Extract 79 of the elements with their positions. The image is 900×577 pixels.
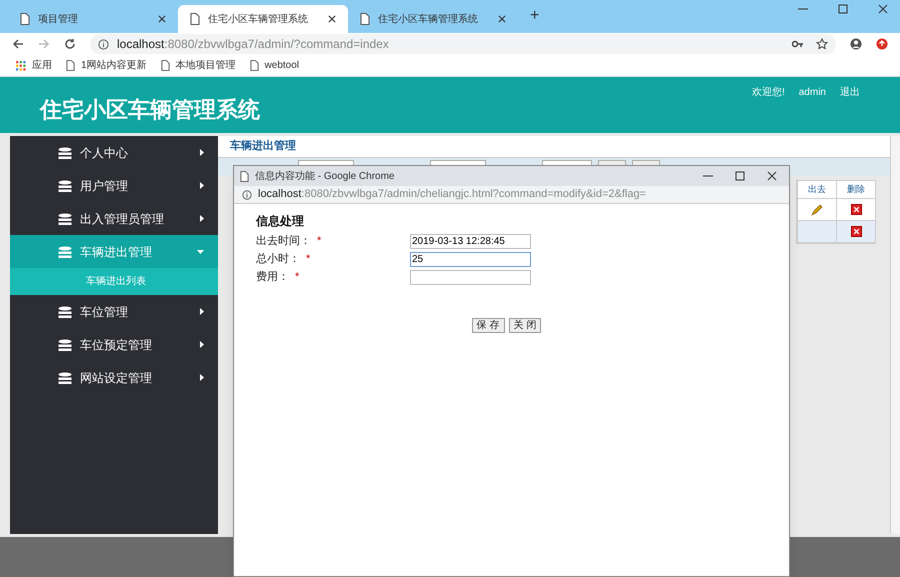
form-heading: 信息处理 bbox=[256, 213, 304, 230]
key-icon[interactable] bbox=[792, 38, 804, 50]
maximize-icon[interactable] bbox=[838, 4, 848, 14]
page-icon bbox=[20, 13, 30, 25]
stack-icon bbox=[58, 306, 72, 318]
close-icon[interactable] bbox=[767, 171, 777, 181]
tab-title: 项目管理 bbox=[38, 12, 79, 26]
info-icon bbox=[98, 38, 109, 50]
sidebar-item[interactable]: 网站设定管理 bbox=[10, 361, 218, 394]
star-icon[interactable] bbox=[816, 38, 828, 50]
table-row[interactable] bbox=[797, 221, 875, 243]
page-icon bbox=[66, 60, 75, 71]
input-field[interactable]: 25 bbox=[410, 252, 531, 266]
dialog-button[interactable]: 关 闭 bbox=[508, 318, 542, 333]
field-label: 费用： bbox=[256, 270, 289, 285]
tab-title: 住宅小区车辆管理系统 bbox=[208, 12, 309, 26]
browser-tab[interactable]: 住宅小区车辆管理系统 bbox=[178, 5, 348, 33]
table-row[interactable] bbox=[797, 199, 875, 221]
close-icon[interactable] bbox=[878, 4, 888, 14]
popup-title: 信息内容功能 - Google Chrome bbox=[255, 170, 396, 184]
back-icon[interactable] bbox=[12, 38, 24, 50]
welcome-text: 欢迎您! bbox=[752, 86, 785, 100]
input-field[interactable]: 2019-03-13 12:28:45 bbox=[410, 234, 531, 248]
required-mark: * bbox=[306, 252, 310, 267]
sidebar-item[interactable]: 用户管理 bbox=[10, 169, 218, 202]
caret-right-icon bbox=[200, 341, 204, 348]
pencil-icon[interactable] bbox=[811, 204, 823, 216]
field-label: 总小时： bbox=[256, 252, 300, 267]
page-icon bbox=[250, 60, 259, 71]
stack-icon bbox=[58, 246, 72, 258]
page-icon bbox=[190, 13, 200, 25]
close-icon[interactable] bbox=[158, 15, 166, 23]
popup-url: localhost:8080/zbvwlbga7/admin/cheliangjc.html?command=modify&id=2&flag= bbox=[258, 187, 646, 202]
close-icon[interactable] bbox=[498, 15, 506, 23]
caret-right-icon bbox=[200, 149, 204, 156]
update-icon[interactable] bbox=[876, 38, 888, 50]
stack-icon bbox=[58, 146, 72, 158]
sidebar-item[interactable]: 车位预定管理 bbox=[10, 328, 218, 361]
caret-down-icon bbox=[197, 250, 204, 254]
reload-icon[interactable] bbox=[64, 38, 76, 50]
input-field[interactable] bbox=[410, 270, 531, 284]
page-icon bbox=[240, 170, 249, 182]
dialog-button[interactable]: 保 存 bbox=[472, 318, 504, 333]
info-icon bbox=[242, 190, 252, 200]
bookmark[interactable]: 应用 bbox=[16, 58, 52, 73]
bookmark[interactable]: 1网站内容更新 bbox=[66, 58, 147, 73]
sidebar-item[interactable]: 个人中心 bbox=[10, 136, 218, 169]
stack-icon bbox=[58, 372, 72, 384]
account-icon[interactable] bbox=[850, 38, 862, 50]
close-icon[interactable] bbox=[328, 15, 336, 23]
new-tab-button[interactable]: + bbox=[530, 4, 540, 28]
user-name: admin bbox=[798, 86, 826, 100]
stack-icon bbox=[58, 338, 72, 350]
site-title: 住宅小区车辆管理系统 bbox=[40, 96, 260, 124]
address-field[interactable]: localhost:8080/zbvwlbga7/admin/?command=index bbox=[90, 34, 836, 54]
panel-title: 车辆进出管理 bbox=[218, 136, 890, 158]
tab-title: 住宅小区车辆管理系统 bbox=[378, 12, 479, 26]
caret-right-icon bbox=[200, 182, 204, 189]
field-label: 出去时间： bbox=[256, 234, 311, 249]
caret-right-icon bbox=[200, 374, 204, 381]
required-mark: * bbox=[295, 270, 300, 285]
caret-right-icon bbox=[200, 215, 204, 222]
column-header[interactable]: 删除 bbox=[836, 181, 875, 198]
page-icon bbox=[360, 13, 370, 25]
delete-icon[interactable] bbox=[850, 204, 862, 215]
stack-icon bbox=[58, 212, 72, 224]
bookmark[interactable]: webtool bbox=[250, 58, 300, 73]
maximize-icon[interactable] bbox=[735, 171, 745, 181]
sidebar-item[interactable]: 出入管理员管理 bbox=[10, 202, 218, 235]
caret-right-icon bbox=[200, 308, 204, 315]
stack-icon bbox=[58, 180, 72, 192]
bookmark[interactable]: 本地项目管理 bbox=[160, 58, 236, 73]
column-header[interactable]: 出去 bbox=[797, 181, 836, 198]
scrollbar[interactable] bbox=[890, 136, 900, 534]
required-mark: * bbox=[317, 234, 322, 249]
page-icon bbox=[160, 60, 170, 71]
apps-grid-icon bbox=[16, 60, 26, 70]
delete-icon[interactable] bbox=[850, 226, 862, 237]
sidebar-item[interactable]: 车位管理 bbox=[10, 295, 218, 328]
